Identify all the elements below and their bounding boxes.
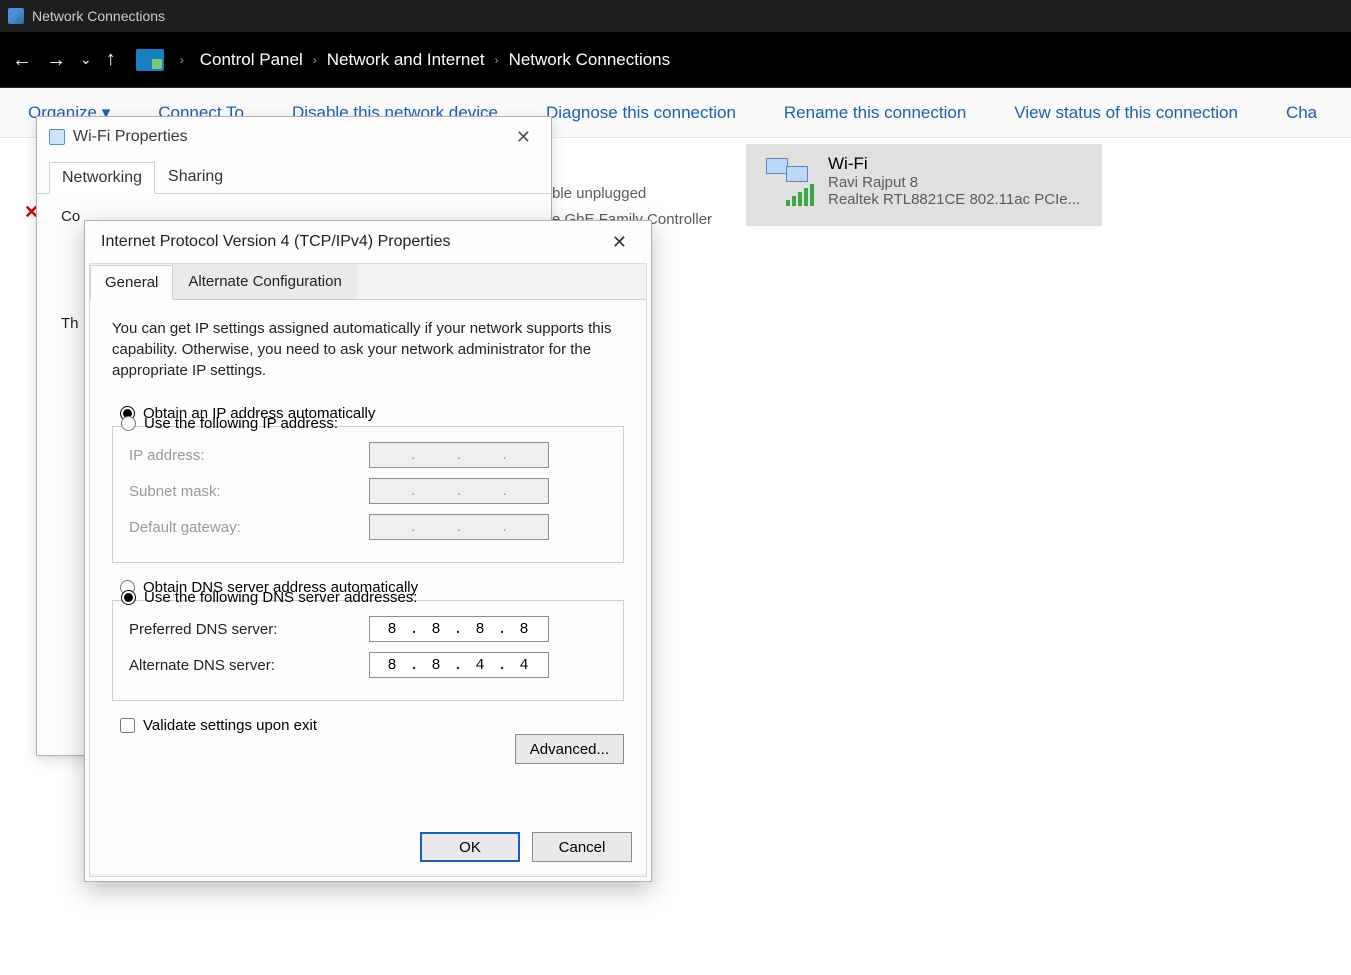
nav-up-icon[interactable]: ↑ (106, 48, 116, 71)
tab-networking[interactable]: Networking (49, 162, 155, 194)
window-titlebar: Network Connections (0, 0, 1351, 32)
label-ip-address: IP address: (129, 447, 369, 464)
toolbar-diagnose[interactable]: Diagnose this connection (546, 103, 736, 123)
input-alternate-dns[interactable] (369, 652, 549, 678)
toolbar-view-status[interactable]: View status of this connection (1014, 103, 1238, 123)
checkbox-validate-on-exit-label: Validate settings upon exit (143, 717, 317, 734)
ok-button[interactable]: OK (420, 832, 520, 862)
tab-sharing[interactable]: Sharing (155, 161, 236, 193)
input-subnet-mask: ... (369, 478, 549, 504)
ipv4-description: You can get IP settings assigned automat… (112, 318, 624, 381)
label-preferred-dns: Preferred DNS server: (129, 621, 369, 638)
input-default-gateway: ... (369, 514, 549, 540)
crumb-network-connections[interactable]: Network Connections (509, 50, 671, 70)
radio-use-dns-manual-label: Use the following DNS server addresses: (144, 589, 417, 606)
close-icon[interactable]: ✕ (508, 123, 539, 152)
radio-use-ip-manual-label: Use the following IP address: (144, 415, 338, 432)
tab-general[interactable]: General (90, 265, 173, 300)
ipv4-dialog-title: Internet Protocol Version 4 (TCP/IPv4) P… (101, 233, 450, 251)
radio-use-dns-manual[interactable] (121, 590, 136, 605)
address-bar: ← → ⌄ ↑ › Control Panel › Network and In… (0, 32, 1351, 88)
content-area: ✕ ble unplugged e GbE Family Controller … (0, 138, 1351, 975)
breadcrumb-sep: › (313, 53, 317, 67)
tab-alternate-configuration[interactable]: Alternate Configuration (173, 264, 356, 299)
close-icon[interactable]: ✕ (604, 228, 635, 257)
ipv4-properties-dialog: Internet Protocol Version 4 (TCP/IPv4) P… (84, 220, 652, 882)
connection-adapter: Realtek RTL8821CE 802.11ac PCIe... (828, 191, 1088, 208)
ethernet-status-fragment: ble unplugged (552, 185, 646, 202)
wifi-properties-title: Wi-Fi Properties (73, 128, 188, 146)
breadcrumb: Control Panel › Network and Internet › N… (200, 50, 670, 70)
toolbar-change-settings-cut[interactable]: Cha (1286, 103, 1317, 123)
cancel-button[interactable]: Cancel (532, 832, 632, 862)
crumb-control-panel[interactable]: Control Panel (200, 50, 303, 70)
crumb-network-internet[interactable]: Network and Internet (327, 50, 485, 70)
connection-tile-wifi[interactable]: Wi-Fi Ravi Rajput 8 Realtek RTL8821CE 80… (746, 144, 1102, 226)
toolbar-rename[interactable]: Rename this connection (784, 103, 966, 123)
wifi-network-icon (760, 154, 816, 210)
adapter-icon (49, 129, 65, 145)
checkbox-validate-on-exit[interactable] (120, 718, 135, 733)
app-icon (8, 8, 24, 24)
folder-icon (136, 49, 164, 71)
label-alternate-dns: Alternate DNS server: (129, 657, 369, 674)
nav-forward-icon[interactable]: → (46, 50, 66, 70)
label-subnet-mask: Subnet mask: (129, 483, 369, 500)
connection-ssid: Ravi Rajput 8 (828, 174, 1088, 191)
window-title: Network Connections (32, 8, 165, 24)
nav-recent-icon[interactable]: ⌄ (80, 51, 92, 68)
input-ip-address: ... (369, 442, 549, 468)
connection-name: Wi-Fi (828, 154, 1088, 174)
breadcrumb-sep: › (180, 53, 184, 67)
advanced-button[interactable]: Advanced... (515, 734, 624, 764)
label-default-gateway: Default gateway: (129, 519, 369, 536)
nav-back-icon[interactable]: ← (12, 50, 32, 70)
radio-use-ip-manual[interactable] (121, 416, 136, 431)
input-preferred-dns[interactable] (369, 616, 549, 642)
breadcrumb-sep: › (495, 53, 499, 67)
